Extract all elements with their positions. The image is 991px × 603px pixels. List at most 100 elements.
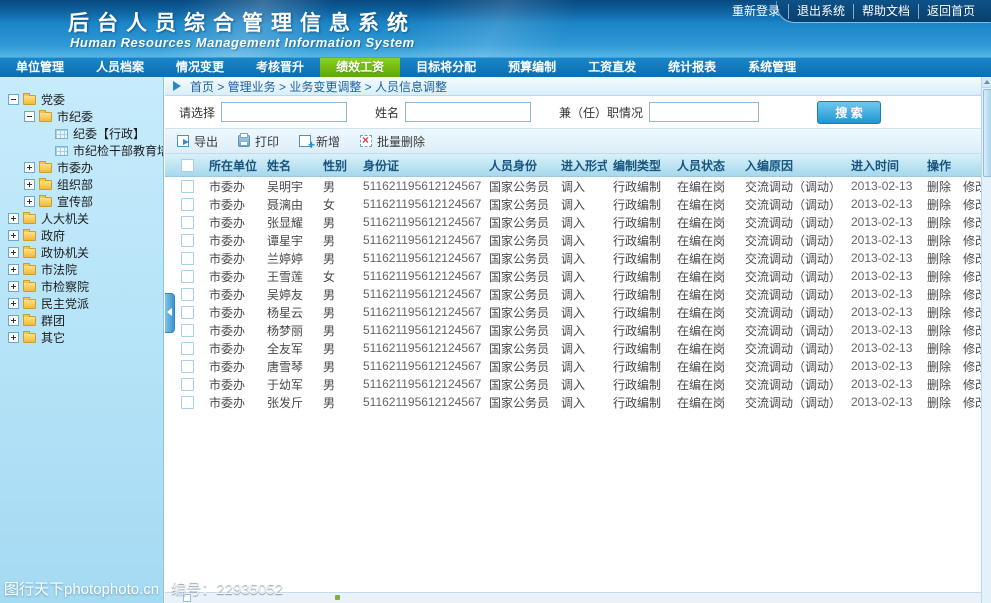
name-input[interactable] <box>405 102 531 122</box>
row-checkbox[interactable] <box>181 288 194 301</box>
edit-link[interactable]: 修改 <box>963 360 981 374</box>
delete-link[interactable]: 删除 <box>927 360 951 374</box>
nav-item[interactable]: 工资直发 <box>572 58 652 77</box>
edit-link[interactable]: 修改 <box>963 288 981 302</box>
delete-link[interactable]: 删除 <box>927 288 951 302</box>
expand-toggle-icon[interactable] <box>8 94 19 105</box>
scroll-up-arrow-icon[interactable] <box>982 77 991 88</box>
tree-node[interactable]: 市检察院 <box>0 278 163 295</box>
tree-node[interactable]: 组织部 <box>0 176 163 193</box>
tree-node[interactable]: 人大机关 <box>0 210 163 227</box>
edit-link[interactable]: 修改 <box>963 252 981 266</box>
edit-link[interactable]: 修改 <box>963 216 981 230</box>
tree-node[interactable]: 纪委【行政】 <box>0 125 163 142</box>
delete-link[interactable]: 删除 <box>927 306 951 320</box>
sidebar-collapse-handle[interactable] <box>165 293 175 333</box>
toolbar-button[interactable]: 导出 <box>177 133 218 150</box>
edit-link[interactable]: 修改 <box>963 324 981 338</box>
tree-node-label: 党委 <box>41 91 65 108</box>
expand-toggle-icon[interactable] <box>8 213 19 224</box>
row-checkbox[interactable] <box>181 378 194 391</box>
row-checkbox[interactable] <box>181 342 194 355</box>
row-checkbox[interactable] <box>181 270 194 283</box>
expand-toggle-icon[interactable] <box>8 298 19 309</box>
tree-node[interactable]: 民主党派 <box>0 295 163 312</box>
edit-link[interactable]: 修改 <box>963 234 981 248</box>
expand-toggle-icon[interactable] <box>8 332 19 343</box>
vertical-scrollbar[interactable] <box>981 77 991 603</box>
nav-item[interactable]: 情况变更 <box>160 58 240 77</box>
nav-item[interactable]: 目标将分配 <box>400 58 492 77</box>
tree-node[interactable]: 其它 <box>0 329 163 346</box>
row-checkbox[interactable] <box>181 360 194 373</box>
tree-node[interactable]: 市纪检干部教育培训中心 <box>0 142 163 159</box>
expand-toggle-icon[interactable] <box>8 281 19 292</box>
edit-link[interactable]: 修改 <box>963 342 981 356</box>
row-checkbox[interactable] <box>181 198 194 211</box>
tree-node[interactable]: 宣传部 <box>0 193 163 210</box>
expand-toggle-icon[interactable] <box>24 111 35 122</box>
tree-node[interactable]: 政协机关 <box>0 244 163 261</box>
row-checkbox[interactable] <box>181 324 194 337</box>
delete-link[interactable]: 删除 <box>927 324 951 338</box>
header-link[interactable]: 退出系统 <box>788 4 853 19</box>
delete-link[interactable]: 删除 <box>927 270 951 284</box>
expand-toggle-icon[interactable] <box>24 162 35 173</box>
select-all-checkbox[interactable] <box>181 159 194 172</box>
toolbar-button[interactable]: 打印 <box>238 133 279 150</box>
delete-link[interactable]: 删除 <box>927 378 951 392</box>
expand-toggle-icon[interactable] <box>8 315 19 326</box>
cell-establishment-type: 行政编制 <box>607 249 671 267</box>
row-checkbox[interactable] <box>181 216 194 229</box>
delete-link[interactable]: 删除 <box>927 180 951 194</box>
edit-link[interactable]: 修改 <box>963 396 981 410</box>
edit-link[interactable]: 修改 <box>963 180 981 194</box>
expand-toggle-icon[interactable] <box>24 196 35 207</box>
scrollbar-thumb[interactable] <box>983 89 991 177</box>
cell-gender: 男 <box>317 393 357 411</box>
expand-toggle-icon[interactable] <box>8 247 19 258</box>
header-link[interactable]: 返回首页 <box>918 4 983 19</box>
edit-link[interactable]: 修改 <box>963 378 981 392</box>
tree-node[interactable]: 党委 <box>0 91 163 108</box>
header-link[interactable]: 帮助文档 <box>853 4 918 19</box>
delete-link[interactable]: 删除 <box>927 252 951 266</box>
delete-link[interactable]: 删除 <box>927 234 951 248</box>
nav-item[interactable]: 系统管理 <box>732 58 812 77</box>
tree-node[interactable]: 市委办 <box>0 159 163 176</box>
nav-item[interactable]: 绩效工资 <box>320 58 400 77</box>
folder-icon <box>39 197 52 207</box>
delete-link[interactable]: 删除 <box>927 342 951 356</box>
expand-toggle-icon[interactable] <box>24 179 35 190</box>
row-checkbox[interactable] <box>181 252 194 265</box>
tree-node[interactable]: 政府 <box>0 227 163 244</box>
toolbar-button[interactable]: 新增 <box>299 133 340 150</box>
delete-link[interactable]: 删除 <box>927 396 951 410</box>
select-input[interactable] <box>221 102 347 122</box>
edit-link[interactable]: 修改 <box>963 198 981 212</box>
expand-toggle-icon[interactable] <box>8 230 19 241</box>
header-link[interactable]: 重新登录 <box>724 4 788 19</box>
row-checkbox[interactable] <box>181 306 194 319</box>
row-checkbox[interactable] <box>181 396 194 409</box>
tree-node[interactable]: 市法院 <box>0 261 163 278</box>
edit-link[interactable]: 修改 <box>963 306 981 320</box>
delete-link[interactable]: 删除 <box>927 198 951 212</box>
expand-toggle-icon[interactable] <box>8 264 19 275</box>
search-button[interactable]: 搜 索 <box>817 101 881 124</box>
row-checkbox[interactable] <box>181 234 194 247</box>
nav-item[interactable]: 预算编制 <box>492 58 572 77</box>
edit-link[interactable]: 修改 <box>963 270 981 284</box>
cell-entry-date: 2013-02-13 <box>845 285 921 303</box>
nav-item[interactable]: 单位管理 <box>0 58 80 77</box>
delete-link[interactable]: 删除 <box>927 216 951 230</box>
toolbar-button[interactable]: 批量删除 <box>360 133 425 150</box>
row-checkbox[interactable] <box>181 180 194 193</box>
tree-node[interactable]: 群团 <box>0 312 163 329</box>
nav-item[interactable]: 考核晋升 <box>240 58 320 77</box>
nav-item[interactable]: 人员档案 <box>80 58 160 77</box>
nav-item[interactable]: 统计报表 <box>652 58 732 77</box>
cell-entry-date: 2013-02-13 <box>845 339 921 357</box>
job-input[interactable] <box>649 102 759 122</box>
tree-node[interactable]: 市纪委 <box>0 108 163 125</box>
